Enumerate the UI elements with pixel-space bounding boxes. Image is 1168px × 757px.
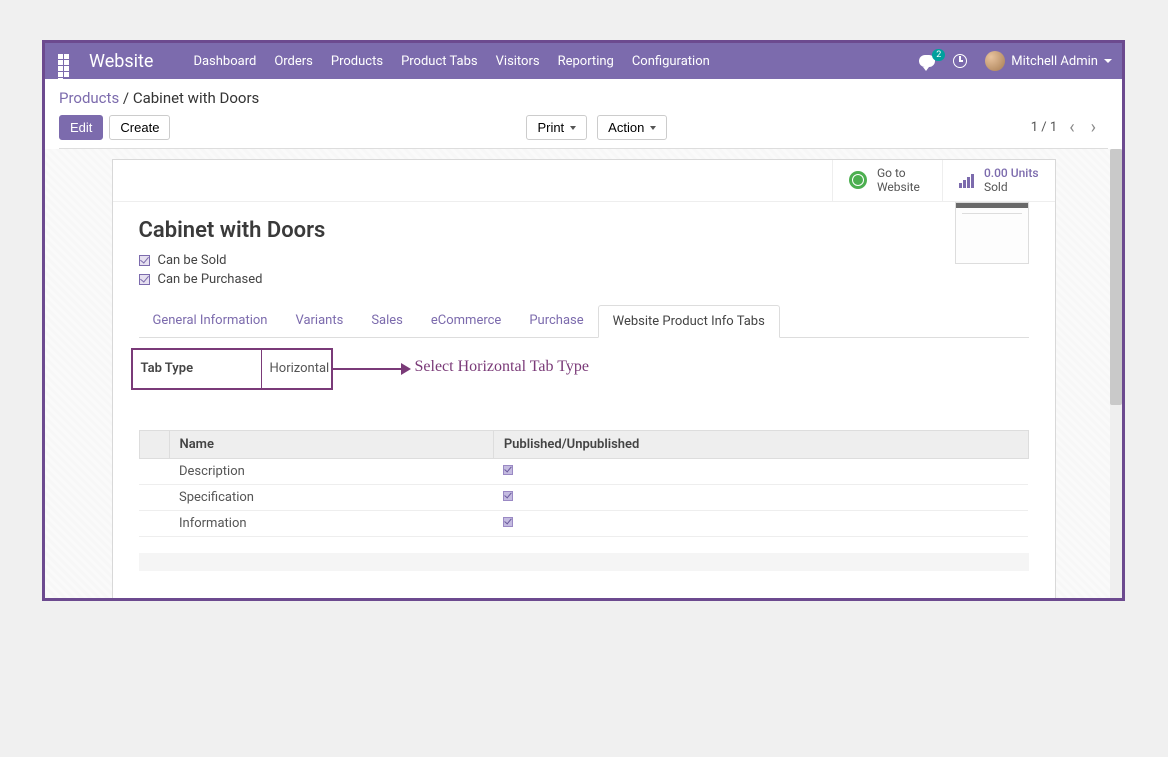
tab-website-product-info-tabs[interactable]: Website Product Info Tabs xyxy=(598,305,780,338)
published-checkbox[interactable] xyxy=(503,491,513,501)
action-button[interactable]: Action xyxy=(597,115,667,140)
avatar xyxy=(985,51,1005,71)
messages-icon[interactable]: 2 xyxy=(919,55,935,67)
nav-orders[interactable]: Orders xyxy=(274,54,313,69)
units-sold-stat[interactable]: 0.00 UnitsSold xyxy=(942,160,1055,201)
user-menu[interactable]: Mitchell Admin xyxy=(985,51,1112,71)
tab-type-label: Tab Type xyxy=(133,361,261,376)
activity-icon[interactable] xyxy=(953,54,967,68)
go-to-website-button[interactable]: Go toWebsite xyxy=(832,160,942,201)
apps-icon[interactable] xyxy=(55,51,75,71)
pager-prev[interactable]: ‹ xyxy=(1065,117,1078,138)
product-image[interactable] xyxy=(955,202,1029,264)
tab-general-information[interactable]: General Information xyxy=(139,305,282,337)
top-nav: Website Dashboard Orders Products Produc… xyxy=(45,43,1122,79)
breadcrumb: Products / Cabinet with Doors xyxy=(59,89,1108,107)
product-tabs: General Information Variants Sales eComm… xyxy=(139,305,1029,338)
app-window: Website Dashboard Orders Products Produc… xyxy=(42,40,1125,601)
app-brand[interactable]: Website xyxy=(89,51,153,72)
form-sheet: Go toWebsite 0.00 UnitsSold Cabinet with… xyxy=(112,159,1056,601)
tab-ecommerce[interactable]: eCommerce xyxy=(417,305,515,337)
can-be-purchased-checkbox[interactable] xyxy=(139,274,150,285)
col-published: Published/Unpublished xyxy=(493,430,1028,458)
nav-menu: Dashboard Orders Products Product Tabs V… xyxy=(193,54,709,69)
chevron-down-icon xyxy=(650,126,656,130)
messages-badge: 2 xyxy=(932,49,945,61)
info-tabs-table: Name Published/Unpublished Description S… xyxy=(139,430,1029,537)
can-be-sold-checkbox[interactable] xyxy=(139,255,150,266)
tab-variants[interactable]: Variants xyxy=(281,305,357,337)
product-title: Cabinet with Doors xyxy=(139,218,1029,243)
print-button[interactable]: Print xyxy=(526,115,587,140)
edit-button[interactable]: Edit xyxy=(59,115,103,140)
breadcrumb-parent[interactable]: Products xyxy=(59,89,119,107)
nav-configuration[interactable]: Configuration xyxy=(632,54,710,69)
scrollbar-thumb[interactable] xyxy=(1110,149,1122,405)
published-checkbox[interactable] xyxy=(503,465,513,475)
bars-icon xyxy=(959,172,974,188)
nav-reporting[interactable]: Reporting xyxy=(558,54,614,69)
table-footer xyxy=(139,553,1029,571)
chevron-down-icon xyxy=(1104,59,1112,63)
published-checkbox[interactable] xyxy=(503,517,513,527)
pager: 1 / 1 ‹ › xyxy=(1031,117,1100,138)
breadcrumb-current: Cabinet with Doors xyxy=(133,89,259,107)
chevron-down-icon xyxy=(570,126,576,130)
table-row[interactable]: Specification xyxy=(139,484,1028,510)
annotation-arrow xyxy=(333,368,407,370)
nav-visitors[interactable]: Visitors xyxy=(496,54,540,69)
tab-purchase[interactable]: Purchase xyxy=(515,305,597,337)
user-name: Mitchell Admin xyxy=(1011,54,1098,69)
pager-next[interactable]: › xyxy=(1087,117,1100,138)
table-row[interactable]: Information xyxy=(139,510,1028,536)
table-row[interactable]: Description xyxy=(139,458,1028,484)
nav-product-tabs[interactable]: Product Tabs xyxy=(401,54,478,69)
tab-sales[interactable]: Sales xyxy=(357,305,417,337)
control-panel: Products / Cabinet with Doors Edit Creat… xyxy=(45,79,1122,149)
pager-text: 1 / 1 xyxy=(1031,120,1057,135)
col-name: Name xyxy=(169,430,493,458)
create-button[interactable]: Create xyxy=(109,115,170,140)
tab-type-value[interactable]: Horizontal xyxy=(262,361,330,376)
tab-type-field: Tab Type Horizontal xyxy=(131,348,333,390)
nav-products[interactable]: Products xyxy=(331,54,383,69)
annotation-text: Select Horizontal Tab Type xyxy=(415,358,589,376)
globe-icon xyxy=(849,171,867,189)
nav-dashboard[interactable]: Dashboard xyxy=(193,54,256,69)
